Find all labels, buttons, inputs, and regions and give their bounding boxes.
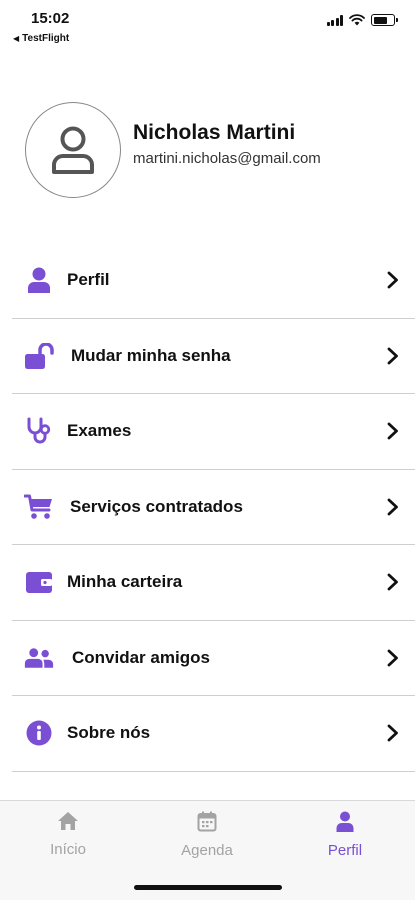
- menu-item-label: Exames: [67, 421, 132, 441]
- menu-item-label: Perfil: [67, 270, 110, 290]
- back-to-app-link[interactable]: ◀ TestFlight: [13, 33, 69, 44]
- tab-perfil[interactable]: Perfil: [285, 811, 405, 859]
- tab-label: Perfil: [327, 842, 363, 859]
- wallet-icon: [24, 570, 54, 594]
- back-app-label: TestFlight: [22, 33, 70, 44]
- cart-icon: [24, 494, 54, 520]
- menu-item-invite-friends[interactable]: Convidar amigos: [12, 621, 415, 696]
- profile-header: Nicholas Martini martini.nicholas@gmail.…: [25, 102, 321, 198]
- status-time: 15:02: [31, 10, 70, 27]
- status-icons: [326, 14, 398, 26]
- person-icon: [336, 811, 354, 832]
- settings-menu: Perfil Mudar minha senha Exames Serviços…: [12, 243, 415, 772]
- wifi-icon: [349, 14, 365, 26]
- chevron-right-icon: [387, 649, 398, 667]
- home-indicator[interactable]: [134, 885, 282, 890]
- unlock-icon: [24, 342, 54, 369]
- chevron-right-icon: [387, 347, 398, 365]
- avatar[interactable]: [25, 102, 121, 198]
- person-icon: [24, 267, 54, 294]
- cellular-signal-icon: [326, 14, 343, 26]
- tab-agenda[interactable]: Agenda: [147, 811, 267, 859]
- status-bar: 15:02 ◀ TestFlight: [0, 0, 415, 48]
- menu-item-label: Minha carteira: [67, 572, 183, 592]
- menu-item-label: Convidar amigos: [72, 647, 210, 667]
- menu-item-label: Mudar minha senha: [71, 345, 231, 365]
- stethoscope-icon: [24, 417, 54, 445]
- menu-item-about-us[interactable]: Sobre nós: [12, 696, 415, 772]
- profile-email: martini.nicholas@gmail.com: [133, 150, 321, 167]
- menu-item-perfil[interactable]: Perfil: [12, 243, 415, 319]
- chevron-right-icon: [387, 271, 398, 289]
- menu-item-contracted-services[interactable]: Serviços contratados: [12, 470, 415, 545]
- user-placeholder-icon: [52, 126, 94, 174]
- profile-name: Nicholas Martini: [133, 121, 296, 144]
- chevron-right-icon: [387, 573, 398, 591]
- profile-text: Nicholas Martini martini.nicholas@gmail.…: [133, 121, 321, 167]
- home-icon: [58, 812, 78, 830]
- menu-item-label: Serviços contratados: [70, 496, 243, 516]
- back-arrow-icon: ◀: [13, 34, 20, 43]
- menu-item-label: Sobre nós: [67, 723, 151, 743]
- chevron-right-icon: [387, 422, 398, 440]
- info-icon: [24, 720, 54, 746]
- chevron-right-icon: [387, 724, 398, 742]
- chevron-right-icon: [387, 498, 398, 516]
- menu-item-wallet[interactable]: Minha carteira: [12, 545, 415, 621]
- tab-label: Início: [50, 841, 86, 858]
- battery-icon: [371, 14, 398, 26]
- calendar-icon: [197, 811, 217, 832]
- menu-item-exams[interactable]: Exames: [12, 394, 415, 470]
- tab-home[interactable]: Início: [8, 811, 128, 858]
- tab-label: Agenda: [181, 842, 233, 859]
- menu-item-change-password[interactable]: Mudar minha senha: [12, 319, 415, 394]
- people-icon: [24, 646, 54, 670]
